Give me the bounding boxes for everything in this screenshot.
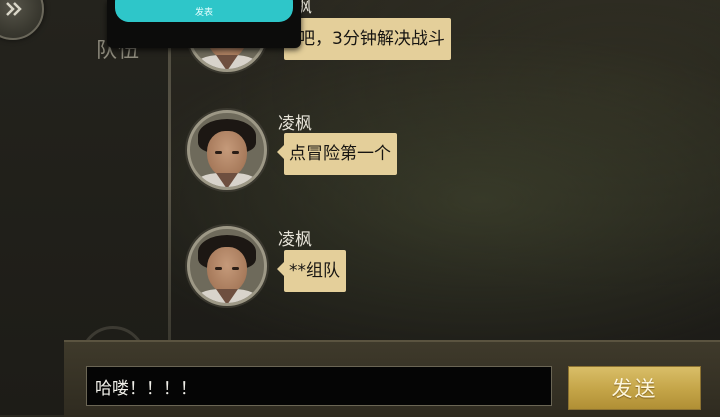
publish-button[interactable]: 发表 xyxy=(115,0,293,22)
send-button[interactable]: 发送 xyxy=(568,366,701,410)
message-bubble: **组队 xyxy=(277,250,346,292)
avatar[interactable] xyxy=(187,110,267,190)
message-bubble: 点冒险第一个 xyxy=(277,133,397,175)
panel-divider xyxy=(168,0,171,345)
message-username: 凌枫 xyxy=(278,114,312,134)
publish-popup: 发表 xyxy=(107,0,301,48)
double-chevron-right-icon xyxy=(6,2,22,16)
message-username: 凌枫 xyxy=(278,230,312,250)
avatar[interactable] xyxy=(187,226,267,306)
chat-input[interactable] xyxy=(86,366,552,406)
message-bubble: 吧，3分钟解决战斗 xyxy=(277,18,451,60)
